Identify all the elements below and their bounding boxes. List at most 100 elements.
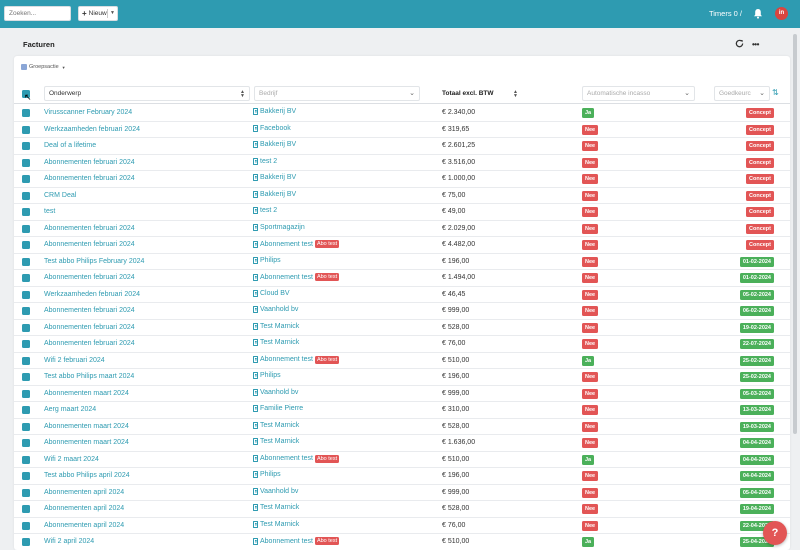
row-checkbox[interactable] xyxy=(22,224,30,233)
table-row[interactable]: Abonnementen februari 2024 Bakkerij BV € 1… xyxy=(14,171,790,188)
company-link[interactable]: Abonnement test Abo test xyxy=(253,537,340,545)
company-link[interactable]: Bakkerij BV xyxy=(253,108,296,115)
refresh-icon[interactable] xyxy=(735,39,744,48)
company-link[interactable]: Vaanhold bv xyxy=(253,487,298,495)
invoice-subject-link[interactable]: Test abbo Philips February 2024 xyxy=(44,258,144,265)
company-link[interactable]: Abonnement test Abo test xyxy=(253,273,340,281)
avatar[interactable]: in xyxy=(775,7,788,20)
table-row[interactable]: Test abbo Philips april 2024 Philips € 196… xyxy=(14,468,790,485)
new-button[interactable]: + Nieuw ▼ xyxy=(78,6,118,21)
chevron-down-icon[interactable]: ▼ xyxy=(110,10,115,16)
invoice-subject-link[interactable]: Aerg maart 2024 xyxy=(44,406,96,413)
invoice-subject-link[interactable]: Abonnementen februari 2024 xyxy=(44,159,135,166)
invoice-subject-link[interactable]: Test abbo Philips april 2024 xyxy=(44,472,130,479)
company-link[interactable]: test 2 xyxy=(253,157,277,165)
row-checkbox[interactable] xyxy=(22,125,30,134)
company-link[interactable]: Test Marnick xyxy=(253,339,299,346)
sort-icon[interactable]: ▲ ▼ xyxy=(513,90,518,99)
row-checkbox[interactable] xyxy=(22,505,30,513)
row-checkbox[interactable] xyxy=(22,274,30,282)
table-row[interactable]: Abonnementen februari 2024 Test Marnick € … xyxy=(14,336,790,353)
table-row[interactable]: Abonnementen april 2024 Vaanhold bv € 999,… xyxy=(14,485,790,501)
invoice-subject-link[interactable]: Abonnementen maart 2024 xyxy=(44,423,129,430)
table-row[interactable]: Test abbo Philips maart 2024 Philips € 196… xyxy=(14,369,790,386)
chevron-down-icon[interactable]: ⌄ xyxy=(684,89,690,97)
company-link[interactable]: Vaanhold bv xyxy=(253,388,298,396)
invoice-subject-link[interactable]: Werkzaamheden februari 2024 xyxy=(44,126,140,133)
table-row[interactable]: test test 2 € 49,00 Nee Concept xyxy=(14,204,790,221)
company-link[interactable]: Sportmagazijn xyxy=(253,223,305,231)
invoice-subject-link[interactable]: Abonnementen februari 2024 xyxy=(44,225,135,232)
company-link[interactable]: Abonnement test Abo test xyxy=(253,355,340,364)
row-checkbox[interactable] xyxy=(22,439,30,447)
invoice-subject-link[interactable]: Werkzaamheden februari 2024 xyxy=(44,291,140,298)
incasso-filter[interactable]: Automatische incasso ⌄ xyxy=(582,86,695,101)
invoice-subject-link[interactable]: Abonnementen februari 2024 xyxy=(44,274,135,281)
table-row[interactable]: Abonnementen februari 2024 test 2 € 3.516,… xyxy=(14,155,790,171)
company-link[interactable]: Familie Pierre xyxy=(253,405,303,412)
table-row[interactable]: Abonnementen februari 2024 Vaanhold bv € 9… xyxy=(14,303,790,320)
row-checkbox[interactable] xyxy=(22,257,30,266)
invoice-subject-link[interactable]: Abonnementen februari 2024 xyxy=(44,307,135,314)
more-options-icon[interactable]: ••• xyxy=(752,40,759,49)
invoice-subject-link[interactable]: Abonnementen april 2024 xyxy=(44,489,124,496)
table-row[interactable]: Werkzaamheden februari 2024 Cloud BV € 46,… xyxy=(14,287,790,303)
table-row[interactable]: CRM Deal Bakkerij BV € 75,00 Nee Concept xyxy=(14,188,790,204)
table-row[interactable]: Abonnementen februari 2024 Sportmagazijn €… xyxy=(14,221,790,237)
chevron-down-icon[interactable]: ⌄ xyxy=(409,89,415,97)
invoice-subject-link[interactable]: Virusscanner February 2024 xyxy=(44,109,132,116)
invoice-subject-link[interactable]: Abonnementen april 2024 xyxy=(44,505,124,512)
company-link[interactable]: Bakkerij BV xyxy=(253,174,296,181)
row-checkbox[interactable] xyxy=(22,521,30,530)
table-row[interactable]: Test abbo Philips February 2024 Philips € … xyxy=(14,254,790,270)
table-row[interactable]: Wifi 2 februari 2024 Abonnement test Abo t… xyxy=(14,353,790,369)
company-link[interactable]: Test Marnick xyxy=(253,421,299,429)
row-checkbox[interactable] xyxy=(22,406,30,414)
table-row[interactable]: Wifi 2 april 2024 Abonnement test Abo test… xyxy=(14,534,790,550)
table-row[interactable]: Abonnementen februari 2024 Abonnement tes… xyxy=(14,237,790,254)
table-row[interactable]: Aerg maart 2024 Familie Pierre € 310,00 Nee… xyxy=(14,402,790,419)
row-checkbox[interactable] xyxy=(22,109,30,117)
company-link[interactable]: Test Marnick xyxy=(253,520,299,528)
invoice-subject-link[interactable]: Abonnementen februari 2024 xyxy=(44,324,135,331)
row-checkbox[interactable] xyxy=(22,422,30,431)
company-link[interactable]: test 2 xyxy=(253,207,277,214)
row-checkbox[interactable] xyxy=(22,290,30,299)
approved-filter[interactable]: Goedkeurc ⌄ xyxy=(714,86,770,101)
company-link[interactable]: Vaanhold bv xyxy=(253,306,298,313)
table-row[interactable]: Wifi 2 maart 2024 Abonnement test Abo test… xyxy=(14,452,790,468)
invoice-subject-link[interactable]: Abonnementen februari 2024 xyxy=(44,340,135,347)
subject-filter[interactable]: Onderwerp ▲ ▼ xyxy=(44,86,250,101)
row-checkbox[interactable] xyxy=(22,175,30,183)
company-link[interactable]: Facebook xyxy=(253,124,291,132)
company-link[interactable]: Test Marnick xyxy=(253,438,299,445)
table-row[interactable]: Abonnementen februari 2024 Abonnement tes… xyxy=(14,270,790,287)
table-row[interactable]: Abonnementen maart 2024 Vaanhold bv € 999,… xyxy=(14,386,790,402)
table-row[interactable]: Abonnementen april 2024 Test Marnick € 76,… xyxy=(14,518,790,534)
amount-column-header[interactable]: Totaal excl. BTW ▲ ▼ xyxy=(442,86,522,101)
sort-order-icon[interactable]: ⇅ xyxy=(772,88,779,103)
chevron-down-icon[interactable]: ⌄ xyxy=(759,89,765,97)
company-link[interactable]: Abonnement test Abo test xyxy=(253,454,340,463)
table-row[interactable]: Deal of a lifetime Bakkerij BV € 2.601,25 N… xyxy=(14,138,790,155)
invoice-subject-link[interactable]: test xyxy=(44,208,55,215)
invoice-subject-link[interactable]: Abonnementen maart 2024 xyxy=(44,390,129,397)
scrollbar-thumb[interactable] xyxy=(793,34,797,434)
company-link[interactable]: Philips xyxy=(253,372,281,379)
company-link[interactable]: Bakkerij BV xyxy=(253,190,296,198)
company-link[interactable]: Cloud BV xyxy=(253,289,290,297)
invoice-subject-link[interactable]: CRM Deal xyxy=(44,192,76,199)
invoice-subject-link[interactable]: Abonnementen februari 2024 xyxy=(44,175,135,182)
timers-label[interactable]: Timers 0 / xyxy=(709,9,742,18)
row-checkbox[interactable] xyxy=(22,538,30,546)
search-input[interactable] xyxy=(4,6,71,21)
row-checkbox[interactable] xyxy=(22,323,30,332)
row-checkbox[interactable] xyxy=(22,191,30,200)
table-row[interactable]: Abonnementen maart 2024 Test Marnick € 528… xyxy=(14,419,790,435)
table-row[interactable]: Abonnementen maart 2024 Test Marnick € 1.6… xyxy=(14,435,790,452)
table-row[interactable]: Werkzaamheden februari 2024 Facebook € 319… xyxy=(14,122,790,138)
table-row[interactable]: Abonnementen april 2024 Test Marnick € 528… xyxy=(14,501,790,518)
row-checkbox[interactable] xyxy=(22,488,30,497)
invoice-subject-link[interactable]: Abonnementen maart 2024 xyxy=(44,439,129,446)
invoice-subject-link[interactable]: Wifi 2 maart 2024 xyxy=(44,456,99,463)
